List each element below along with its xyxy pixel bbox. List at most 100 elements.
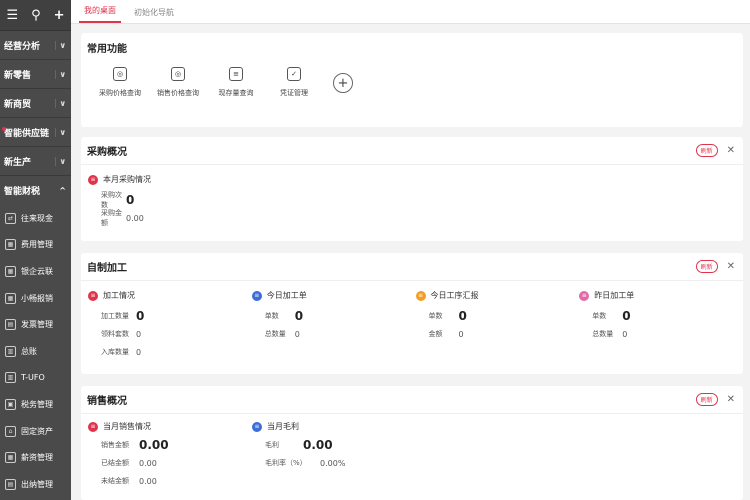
stat-value: 0 (126, 193, 135, 207)
list-icon: ≡ (88, 421, 98, 432)
close-icon[interactable]: ✕ (727, 145, 735, 156)
voucher-icon: ✓ (287, 67, 301, 81)
sidebar-item-label: T-UFO (21, 373, 45, 383)
stat-row: 金额 0 (416, 325, 580, 343)
document-icon: ▤ (5, 478, 16, 490)
sidebar-item-tax[interactable]: ▣ 税务管理 (0, 391, 71, 418)
nav-item-label: 新商贸 (4, 99, 32, 110)
sidebar-item-label: 费用管理 (21, 240, 53, 250)
card-header: 采购概况 刷新 ✕ (81, 137, 743, 165)
ledger-icon: ▥ (5, 345, 16, 357)
refresh-button[interactable]: 刷新 (695, 260, 718, 273)
stat-column: ≡ 昨日加工单 单数 0 总数量 0 (579, 290, 743, 361)
card-title: 常用功能 (87, 43, 127, 55)
stat-heading-label: 今日加工单 (266, 291, 307, 300)
stat-label: 未结金额 (101, 477, 129, 485)
nav-item-label: 新生产 (4, 157, 32, 168)
list-icon: ≡ (415, 290, 426, 301)
sidebar-item-expenses[interactable]: ▦ 费用管理 (0, 232, 71, 259)
nav-item-new-retail[interactable]: 新零售 ∨ (0, 60, 71, 89)
sidebar-item-receivables[interactable]: ⇄ 往来现金 (0, 205, 71, 232)
stat-column: ≡ 当月销售情况 销售金额 0.00 已结金额 0.00 未结金额 0.00 (88, 421, 252, 490)
sidebar-item-ledger[interactable]: ▥ 总账 (0, 338, 71, 365)
add-shortcut-button[interactable]: + (333, 73, 353, 93)
plus-icon[interactable]: + (54, 8, 65, 23)
sidebar-item-bank-link[interactable]: ▦ 银企云联 (0, 258, 71, 285)
stat-row: 入库数量 0 (88, 343, 252, 361)
voucher-management-button[interactable]: ✓ 凭证管理 (265, 67, 323, 98)
sidebar-item-payroll[interactable]: ▦ 薪资管理 (0, 444, 71, 471)
sidebar-item-invoices[interactable]: ▤ 发票管理 (0, 311, 71, 338)
sidebar-item-label: 薪资管理 (21, 453, 53, 463)
quick-functions: ◎ 采购价格查询 ◎ 销售价格查询 ≡ 现存量查询 ✓ 凭证管理 + (81, 61, 743, 98)
stat-heading: ≡ 本月采购情况 (88, 174, 252, 185)
stat-label: 销售金额 (101, 441, 129, 449)
sidebar-item-label: 发票管理 (21, 320, 53, 330)
stat-row: 加工数量 0 (88, 307, 252, 325)
processing-card: 自制加工 刷新 ✕ ≡ 加工情况 加工数量 0 领料套数 0 入库数量 0 ≡ 今日加工单… (81, 253, 743, 374)
grid-icon: ▦ (5, 239, 16, 251)
list-icon: ≡ (579, 290, 590, 301)
stat-heading-label: 加工情况 (103, 291, 135, 300)
card-header: 销售概况 刷新 ✕ (81, 386, 743, 414)
stat-column: ≡ 今日加工单 单数 0 总数量 0 (251, 290, 416, 361)
nav-item-label: 智能财税 (4, 187, 41, 197)
tab-init-guide[interactable]: 初始化导航 (129, 7, 179, 23)
stat-label: 单数 (592, 312, 607, 320)
stat-heading: ≡ 今日工序汇报 (415, 290, 580, 301)
stat-value: 0.00 (139, 438, 169, 452)
search-icon[interactable]: ⚲ (31, 8, 41, 23)
sidebar-item-fixed-assets[interactable]: ⌂ 固定资产 (0, 418, 71, 445)
nav-item-smart-finance[interactable]: 智能财税 ^ (0, 176, 71, 205)
sales-price-query-button[interactable]: ◎ 销售价格查询 (149, 67, 207, 98)
card-title: 销售概况 (87, 396, 127, 407)
tag-icon: ◎ (171, 67, 185, 81)
nav-item-business-analysis[interactable]: 经营分析 ∨ (0, 31, 71, 60)
stat-row: 单数 0 (416, 307, 580, 325)
stat-heading-label: 昨日加工单 (594, 291, 635, 300)
stat-label: 采购金额 (101, 209, 122, 227)
menu-icon[interactable]: ☰ (6, 8, 18, 23)
nav-item-new-trade[interactable]: 新商贸 ∨ (0, 89, 71, 118)
nav-item-supply-chain[interactable]: 智能供应链 ∨ (0, 118, 71, 147)
stat-row: 销售金额 0.00 (88, 436, 252, 454)
nav-item-new-production[interactable]: 新生产 ∨ (0, 147, 71, 176)
card-title: 采购概况 (87, 147, 127, 158)
report-icon: ▥ (5, 372, 16, 384)
stat-label: 金额 (428, 330, 443, 338)
notification-dot (2, 127, 6, 131)
tab-bar: 我的桌面 初始化导航 (71, 0, 750, 24)
stat-column: ≡ 加工情况 加工数量 0 领料套数 0 入库数量 0 (88, 290, 252, 361)
refresh-button[interactable]: 刷新 (695, 144, 718, 157)
purchase-price-query-button[interactable]: ◎ 采购价格查询 (91, 67, 149, 98)
stat-label: 领料套数 (101, 330, 129, 338)
stat-label: 总数量 (592, 330, 614, 338)
sidebar-item-t-ufo[interactable]: ▥ T-UFO (0, 365, 71, 392)
grid-icon: ▦ (5, 265, 16, 277)
stat-label: 入库数量 (101, 348, 129, 356)
stat-heading: ≡ 昨日加工单 (579, 290, 743, 301)
sidebar-item-cashier[interactable]: ▤ 出纳管理 (0, 471, 71, 498)
sidebar-item-label: 出纳管理 (21, 479, 53, 489)
sidebar-item-reimbursement[interactable]: ▦ 小畅报销 (0, 285, 71, 312)
card-header: 常用功能 (81, 33, 743, 61)
quick-label: 销售价格查询 (157, 89, 199, 97)
stat-value: 0.00 (303, 438, 333, 452)
stat-label: 毛利 (265, 441, 279, 449)
close-icon[interactable]: ✕ (727, 394, 735, 405)
list-icon: ≡ (88, 174, 98, 185)
stat-value: 0 (136, 329, 142, 339)
stock-query-button[interactable]: ≡ 现存量查询 (207, 67, 265, 98)
stat-value: 0.00 (126, 213, 144, 223)
stat-heading: ≡ 今日加工单 (251, 290, 416, 301)
stat-row: 毛利 0.00 (252, 436, 416, 454)
tab-my-desktop[interactable]: 我的桌面 (79, 5, 121, 23)
stat-heading: ≡ 当月销售情况 (88, 421, 252, 432)
stat-label: 单数 (264, 312, 279, 320)
stat-label: 加工数量 (101, 312, 129, 320)
close-icon[interactable]: ✕ (727, 261, 735, 272)
stat-value: 0 (622, 309, 631, 323)
refresh-button[interactable]: 刷新 (695, 393, 718, 406)
stat-row: 领料套数 0 (88, 325, 252, 343)
stat-row: 单数 0 (252, 307, 416, 325)
